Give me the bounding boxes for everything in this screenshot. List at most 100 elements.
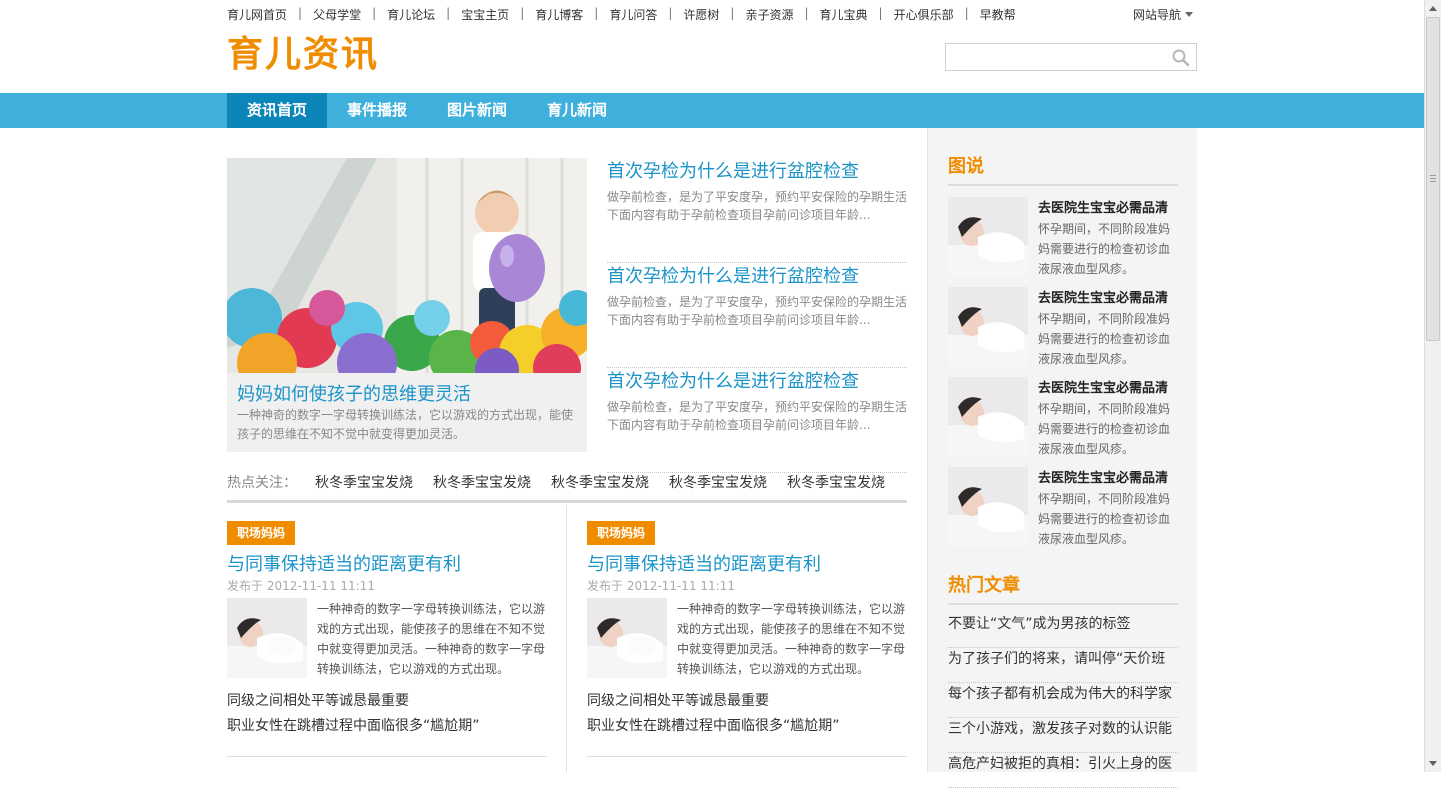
separator: | xyxy=(804,6,809,20)
scrollbar-thumb[interactable] xyxy=(1426,17,1440,341)
divider xyxy=(587,756,907,757)
hot-topic-link[interactable]: 秋冬季宝宝发烧 xyxy=(787,472,885,494)
pic-item[interactable]: 去医院生宝宝必需品清 怀孕期间，不同阶段准妈妈需要进行的检查初诊血液尿液血型风疹… xyxy=(948,377,1178,457)
article-date: 发布于 2012-11-11 11:11 xyxy=(227,579,375,593)
top-link[interactable]: 开心俱乐部 xyxy=(894,6,954,22)
separator: | xyxy=(730,6,735,20)
search-input[interactable] xyxy=(946,44,1166,70)
article-block: 职场妈妈 与同事保持适当的距离更有利 发布于 2012-11-11 11:11 … xyxy=(587,521,907,757)
pic-thumbnail[interactable] xyxy=(948,467,1028,547)
news-item: 首次孕检为什么是进行盆腔检查 做孕前检查，是为了平安度孕，预约平安保险的孕期生活… xyxy=(607,158,907,263)
related-link[interactable]: 同级之间相处平等诚恳最重要 xyxy=(587,690,769,710)
divider xyxy=(948,184,1178,186)
separator: | xyxy=(594,6,599,20)
scroll-down-icon[interactable] xyxy=(1429,761,1437,766)
pic-item[interactable]: 去医院生宝宝必需品清 怀孕期间，不同阶段准妈妈需要进行的检查初诊血液尿液血型风疹… xyxy=(948,287,1178,367)
news-desc: 做孕前检查，是为了平安度孕，预约平安保险的孕期生活下面内容有助于孕前检查项目孕前… xyxy=(607,400,908,432)
pic-title[interactable]: 去医院生宝宝必需品清 xyxy=(1038,377,1168,396)
nav-item-photo-news[interactable]: 图片新闻 xyxy=(427,93,527,128)
top-link[interactable]: 育儿论坛 xyxy=(387,6,435,22)
pic-title[interactable]: 去医院生宝宝必需品清 xyxy=(1038,467,1168,486)
hot-article-link[interactable]: 为了孩子们的将来，请叫停“天价班 xyxy=(948,648,1178,683)
top-link[interactable]: 许愿树 xyxy=(683,6,719,22)
article-excerpt: 一种神奇的数字一字母转换训练法，它以游戏的方式出现，能使孩子的思维在不知不觉中就… xyxy=(317,602,546,676)
nav-item-parenting-news[interactable]: 育儿新闻 xyxy=(527,93,627,128)
featured-title[interactable]: 妈妈如何使孩子的思维更灵活 xyxy=(237,380,471,406)
news-title[interactable]: 首次孕检为什么是进行盆腔检查 xyxy=(607,367,859,393)
separator: | xyxy=(298,6,303,20)
related-link[interactable]: 职业女性在跳槽过程中面临很多“尴尬期” xyxy=(227,715,480,735)
pic-desc: 怀孕期间，不同阶段准妈妈需要进行的检查初诊血液尿液血型风疹。 xyxy=(1038,222,1171,276)
pics-heading: 图说 xyxy=(948,156,984,177)
category-badge[interactable]: 职场妈妈 xyxy=(587,521,656,545)
top-link[interactable]: 亲子资源 xyxy=(745,6,793,22)
hot-articles-heading: 热门文章 xyxy=(948,575,1020,596)
hot-topics-label: 热点关注： xyxy=(227,475,297,491)
divider xyxy=(566,505,567,772)
site-nav-dropdown[interactable]: 网站导航 xyxy=(1133,6,1194,23)
hot-topic-link[interactable]: 秋冬季宝宝发烧 xyxy=(315,472,413,494)
hot-article-link[interactable]: 不要让“文气”成为男孩的标签 xyxy=(948,613,1178,648)
top-link[interactable]: 父母学堂 xyxy=(313,6,361,22)
featured-desc: 一种神奇的数字一字母转换训练法，它以游戏的方式出现，能使孩子的思维在不知不觉中就… xyxy=(237,408,574,441)
pic-desc: 怀孕期间，不同阶段准妈妈需要进行的检查初诊血液尿液血型风疹。 xyxy=(1038,402,1171,456)
divider xyxy=(227,756,547,757)
site-logo[interactable]: 育儿资讯 xyxy=(227,33,379,77)
article-date: 发布于 2012-11-11 11:11 xyxy=(587,579,735,593)
top-link[interactable]: 育儿网首页 xyxy=(227,6,287,22)
article-block: 职场妈妈 与同事保持适当的距离更有利 发布于 2012-11-11 11:11 … xyxy=(227,521,547,757)
top-links: 育儿网首页 | 父母学堂 | 育儿论坛 | 宝宝主页 | 育儿博客 | 育儿问答 | 许愿树… xyxy=(227,6,1016,22)
top-link[interactable]: 育儿宝典 xyxy=(820,6,868,22)
news-desc: 做孕前检查，是为了平安度孕，预约平安保险的孕期生活下面内容有助于孕前检查项目孕前… xyxy=(607,295,908,327)
hot-topics: 热点关注： 秋冬季宝宝发烧 秋冬季宝宝发烧 秋冬季宝宝发烧 秋冬季宝宝发烧 秋冬… xyxy=(227,472,905,494)
hot-article-link[interactable]: 每个孩子都有机会成为伟大的科学家 xyxy=(948,683,1178,718)
related-link[interactable]: 同级之间相处平等诚恳最重要 xyxy=(227,690,409,710)
news-item: 首次孕检为什么是进行盆腔检查 做孕前检查，是为了平安度孕，预约平安保险的孕期生活… xyxy=(607,263,907,368)
separator: | xyxy=(520,6,525,20)
article-title[interactable]: 与同事保持适当的距离更有利 xyxy=(587,550,821,576)
article-title[interactable]: 与同事保持适当的距离更有利 xyxy=(227,550,461,576)
pic-item[interactable]: 去医院生宝宝必需品清 怀孕期间，不同阶段准妈妈需要进行的检查初诊血液尿液血型风疹… xyxy=(948,197,1178,277)
pic-thumbnail[interactable] xyxy=(948,287,1028,367)
pic-thumbnail[interactable] xyxy=(948,377,1028,457)
hot-article-link[interactable]: 三个小游戏，激发孩子对数的认识能 xyxy=(948,718,1178,753)
search-icon[interactable] xyxy=(1171,48,1190,67)
scroll-up-icon[interactable] xyxy=(1429,6,1437,11)
pic-item[interactable]: 去医院生宝宝必需品清 怀孕期间，不同阶段准妈妈需要进行的检查初诊血液尿液血型风疹… xyxy=(948,467,1178,547)
separator: | xyxy=(668,6,673,20)
pic-title[interactable]: 去医院生宝宝必需品清 xyxy=(1038,197,1168,216)
nav-item-news-home[interactable]: 资讯首页 xyxy=(227,93,327,128)
related-link[interactable]: 职业女性在跳槽过程中面临很多“尴尬期” xyxy=(587,715,840,735)
hot-topic-link[interactable]: 秋冬季宝宝发烧 xyxy=(669,472,767,494)
page-scrollbar[interactable] xyxy=(1424,0,1441,772)
grip-line xyxy=(1430,175,1436,176)
pic-desc: 怀孕期间，不同阶段准妈妈需要进行的检查初诊血液尿液血型风疹。 xyxy=(1038,312,1171,366)
divider xyxy=(948,603,1178,605)
hot-article-link[interactable]: 高危产妇被拒的真相：引火上身的医 xyxy=(948,753,1178,788)
news-desc: 做孕前检查，是为了平安度孕，预约平安保险的孕期生活下面内容有助于孕前检查项目孕前… xyxy=(607,190,908,222)
category-badge[interactable]: 职场妈妈 xyxy=(227,521,296,545)
site-nav-label: 网站导航 xyxy=(1133,8,1182,22)
news-title[interactable]: 首次孕检为什么是进行盆腔检查 xyxy=(607,157,859,183)
article-thumbnail[interactable] xyxy=(227,598,307,678)
nav-item-events[interactable]: 事件播报 xyxy=(327,93,427,128)
featured-story[interactable]: 妈妈如何使孩子的思维更灵活 一种神奇的数字一字母转换训练法，它以游戏的方式出现，… xyxy=(227,158,587,452)
top-link[interactable]: 育儿问答 xyxy=(609,6,657,22)
separator: | xyxy=(372,6,377,20)
grip-line xyxy=(1430,181,1436,182)
separator: | xyxy=(878,6,883,20)
hot-topic-link[interactable]: 秋冬季宝宝发烧 xyxy=(433,472,531,494)
separator: | xyxy=(446,6,451,20)
top-link[interactable]: 早教帮 xyxy=(980,6,1016,22)
grip-line xyxy=(1430,178,1436,179)
article-thumbnail[interactable] xyxy=(587,598,667,678)
hot-topic-link[interactable]: 秋冬季宝宝发烧 xyxy=(551,472,649,494)
news-item: 首次孕检为什么是进行盆腔检查 做孕前检查，是为了平安度孕，预约平安保险的孕期生活… xyxy=(607,368,907,473)
pic-thumbnail[interactable] xyxy=(948,197,1028,277)
top-link[interactable]: 宝宝主页 xyxy=(461,6,509,22)
top-link[interactable]: 育儿博客 xyxy=(535,6,583,22)
pic-title[interactable]: 去医院生宝宝必需品清 xyxy=(1038,287,1168,306)
search-box xyxy=(945,43,1197,71)
news-title[interactable]: 首次孕检为什么是进行盆腔检查 xyxy=(607,262,859,288)
news-list: 首次孕检为什么是进行盆腔检查 做孕前检查，是为了平安度孕，预约平安保险的孕期生活… xyxy=(607,158,907,473)
